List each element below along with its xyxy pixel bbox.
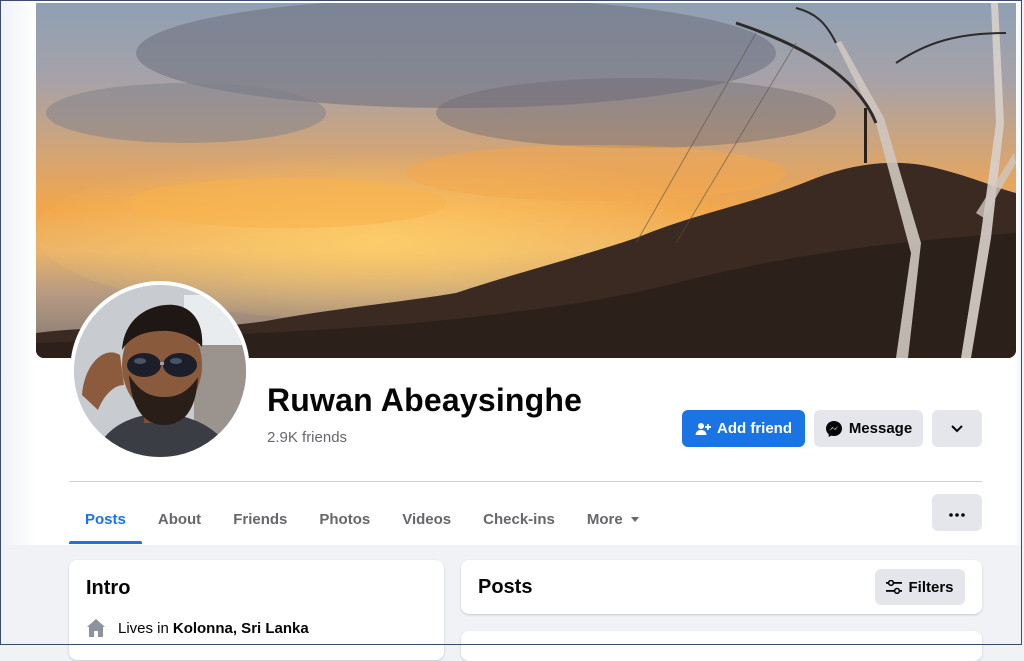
profile-name: Ruwan Abeaysinghe bbox=[267, 382, 583, 418]
lives-in-label: Lives in bbox=[118, 619, 169, 637]
avatar-photo bbox=[74, 285, 246, 457]
profile-avatar[interactable] bbox=[70, 281, 250, 461]
left-gutter bbox=[0, 0, 36, 545]
intro-lives-in: Lives in Kolonna, Sri Lanka bbox=[86, 618, 309, 638]
intro-title: Intro bbox=[86, 577, 131, 599]
profile-options-dropdown[interactable] bbox=[932, 410, 982, 447]
tab-check-ins[interactable]: Check-ins bbox=[467, 494, 571, 544]
tab-about[interactable]: About bbox=[142, 494, 217, 544]
caret-down-icon bbox=[630, 516, 639, 522]
tab-videos[interactable]: Videos bbox=[386, 494, 467, 544]
tab-photos-label: Photos bbox=[319, 510, 371, 528]
filters-label: Filters bbox=[908, 578, 954, 596]
tab-about-label: About bbox=[157, 510, 202, 528]
filters-icon bbox=[886, 580, 903, 594]
friends-count[interactable]: 2.9K friends bbox=[267, 429, 347, 446]
messenger-icon bbox=[825, 420, 843, 438]
intro-card: Intro Lives in Kolonna, Sri Lanka bbox=[69, 560, 444, 660]
more-options-button[interactable] bbox=[932, 494, 982, 531]
more-dots-icon bbox=[949, 504, 965, 521]
add-friend-icon bbox=[695, 421, 711, 437]
lives-in-place-link[interactable]: Kolonna, Sri Lanka bbox=[173, 620, 309, 637]
header-divider bbox=[69, 481, 982, 482]
message-label: Message bbox=[848, 420, 913, 437]
profile-tabs: Posts About Friends Photos Videos Check-… bbox=[69, 494, 655, 544]
home-icon bbox=[86, 618, 106, 638]
tab-friends-label: Friends bbox=[233, 510, 288, 528]
tab-videos-label: Videos bbox=[402, 510, 452, 528]
tab-photos[interactable]: Photos bbox=[303, 494, 386, 544]
posts-title: Posts bbox=[478, 576, 533, 598]
post-card bbox=[461, 631, 982, 661]
add-friend-button[interactable]: Add friend bbox=[682, 410, 805, 447]
tab-more-label: More bbox=[586, 510, 623, 528]
tab-friends[interactable]: Friends bbox=[217, 494, 303, 544]
tab-posts[interactable]: Posts bbox=[69, 494, 142, 544]
add-friend-label: Add friend bbox=[717, 420, 792, 437]
tab-posts-label: Posts bbox=[85, 510, 126, 528]
message-button[interactable]: Message bbox=[814, 410, 923, 447]
tab-more[interactable]: More bbox=[571, 494, 655, 544]
chevron-down-icon bbox=[951, 420, 963, 437]
filters-button[interactable]: Filters bbox=[875, 569, 965, 605]
tab-check-ins-label: Check-ins bbox=[483, 510, 555, 528]
